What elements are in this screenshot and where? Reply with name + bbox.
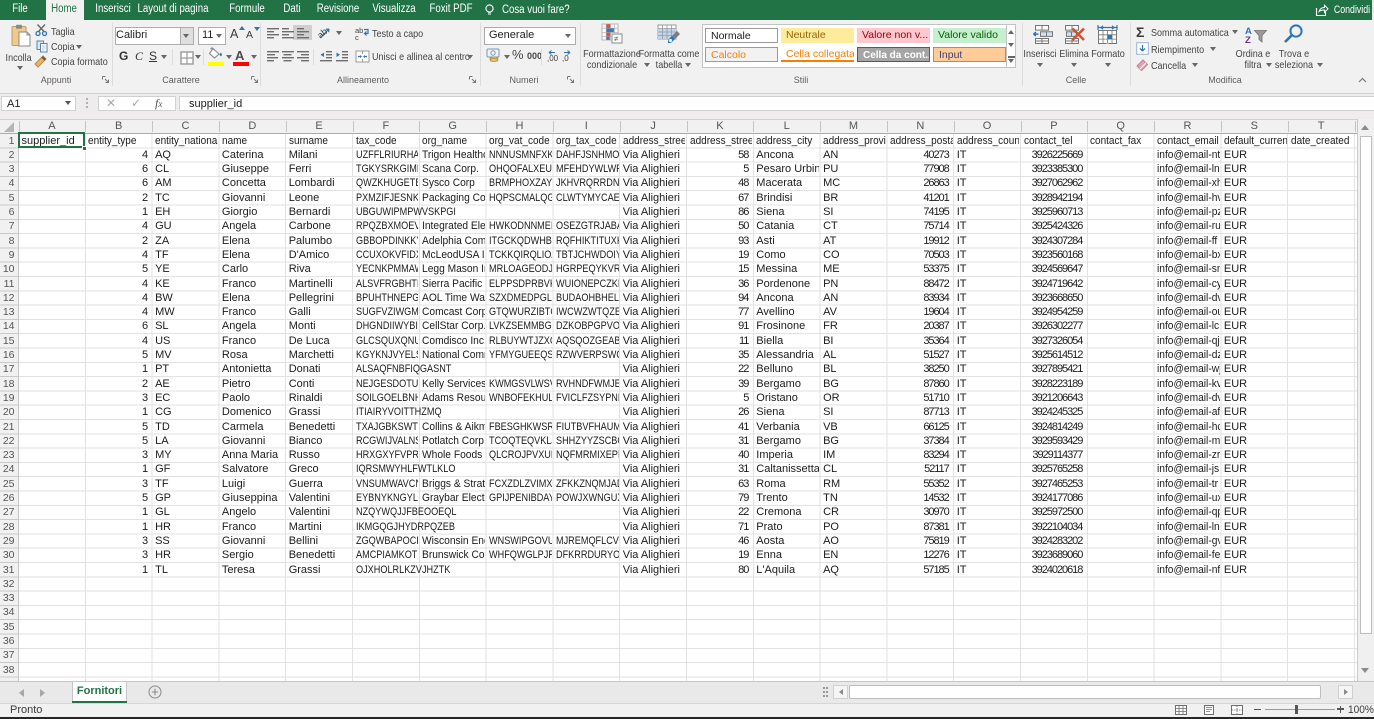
- svg-text:ab: ab: [318, 26, 329, 40]
- svg-text:Z: Z: [1245, 35, 1251, 44]
- svg-text:,00: ,00: [547, 54, 559, 62]
- svg-text:≠: ≠: [614, 35, 619, 44]
- svg-text:,0: ,0: [562, 54, 569, 62]
- svg-text:c: c: [355, 33, 359, 40]
